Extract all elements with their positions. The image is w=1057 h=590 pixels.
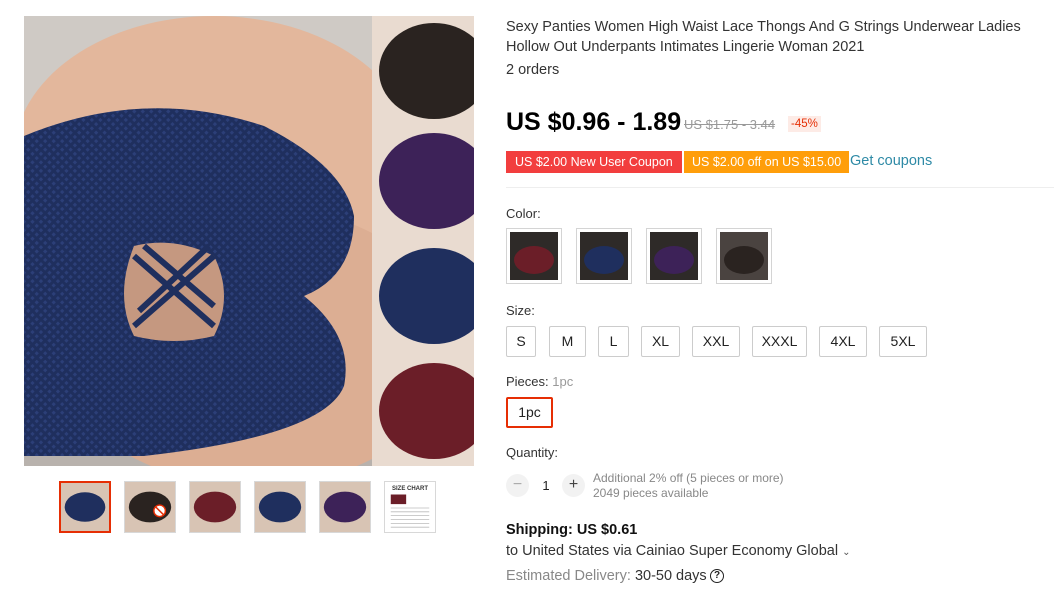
thumbnail-black[interactable] xyxy=(124,481,176,533)
size-option-m[interactable]: M xyxy=(549,326,586,357)
discount-badge: -45% xyxy=(788,116,821,132)
new-user-coupon[interactable]: US $2.00 New User Coupon xyxy=(506,151,682,173)
size-option-5xl[interactable]: 5XL xyxy=(879,326,927,357)
divider xyxy=(506,187,1054,188)
price-range: US $0.96 - 1.89 xyxy=(506,108,682,136)
delivery-days: 30-50 days xyxy=(634,568,707,584)
size-option-xxxl[interactable]: XXXL xyxy=(752,326,807,357)
size-option-l[interactable]: L xyxy=(598,326,629,357)
color-swatch-black[interactable] xyxy=(716,228,772,284)
original-price: US $1.75 - 3.44 xyxy=(684,117,776,132)
color-swatch-purple[interactable] xyxy=(646,228,702,284)
pieces-label-text: Pieces: xyxy=(506,374,549,389)
pieces-selected: 1pc xyxy=(552,374,574,389)
delivery-label: Estimated Delivery: xyxy=(506,568,631,584)
quantity-info: Additional 2% off (5 pieces or more) 204… xyxy=(593,471,784,501)
size-option-4xl[interactable]: 4XL xyxy=(819,326,867,357)
size-option-s[interactable]: S xyxy=(506,326,536,357)
get-coupons-link[interactable]: Get coupons xyxy=(850,153,932,169)
stock-available: 2049 pieces available xyxy=(593,486,709,500)
quantity-label: Quantity: xyxy=(506,445,559,460)
pieces-option-1pc[interactable]: 1pc xyxy=(506,397,553,428)
shipping-cost: Shipping: US $0.61 xyxy=(506,522,638,538)
color-label: Color: xyxy=(506,206,541,221)
estimated-delivery: Estimated Delivery: 30-50 days xyxy=(506,568,707,584)
size-option-xl[interactable]: XL xyxy=(641,326,680,357)
quantity-decrease-button[interactable]: − xyxy=(506,474,529,497)
main-product-photo xyxy=(24,16,474,466)
quantity-value[interactable]: 1 xyxy=(540,478,552,493)
thumbnail-navy[interactable] xyxy=(59,481,111,533)
color-swatch-wine-red[interactable] xyxy=(506,228,562,284)
pieces-label: Pieces: 1pc xyxy=(506,374,573,389)
product-title: Sexy Panties Women High Waist Lace Thong… xyxy=(506,19,1021,55)
thumbnail-purple[interactable] xyxy=(319,481,371,533)
order-count: 2 orders xyxy=(506,62,560,78)
main-product-image[interactable] xyxy=(24,16,474,466)
quantity-increase-button[interactable]: + xyxy=(562,474,585,497)
color-swatch-navy-blue[interactable] xyxy=(576,228,632,284)
shipping-destination[interactable]: to United States via Cainiao Super Econo… xyxy=(506,543,851,559)
shipping-destination-text: to United States via Cainiao Super Econo… xyxy=(506,543,839,559)
size-label: Size: xyxy=(506,303,535,318)
store-coupon[interactable]: US $2.00 off on US $15.00 xyxy=(684,151,850,173)
size-option-xxl[interactable]: XXL xyxy=(692,326,740,357)
thumbnail-wine-red[interactable] xyxy=(189,481,241,533)
help-icon[interactable]: ? xyxy=(710,569,724,583)
bulk-discount-note: Additional 2% off (5 pieces or more) xyxy=(593,471,784,485)
thumbnail-navy-2[interactable] xyxy=(254,481,306,533)
thumbnail-size-chart[interactable]: SIZE CHART xyxy=(384,481,436,533)
chevron-down-icon: ⌄ xyxy=(842,547,851,558)
